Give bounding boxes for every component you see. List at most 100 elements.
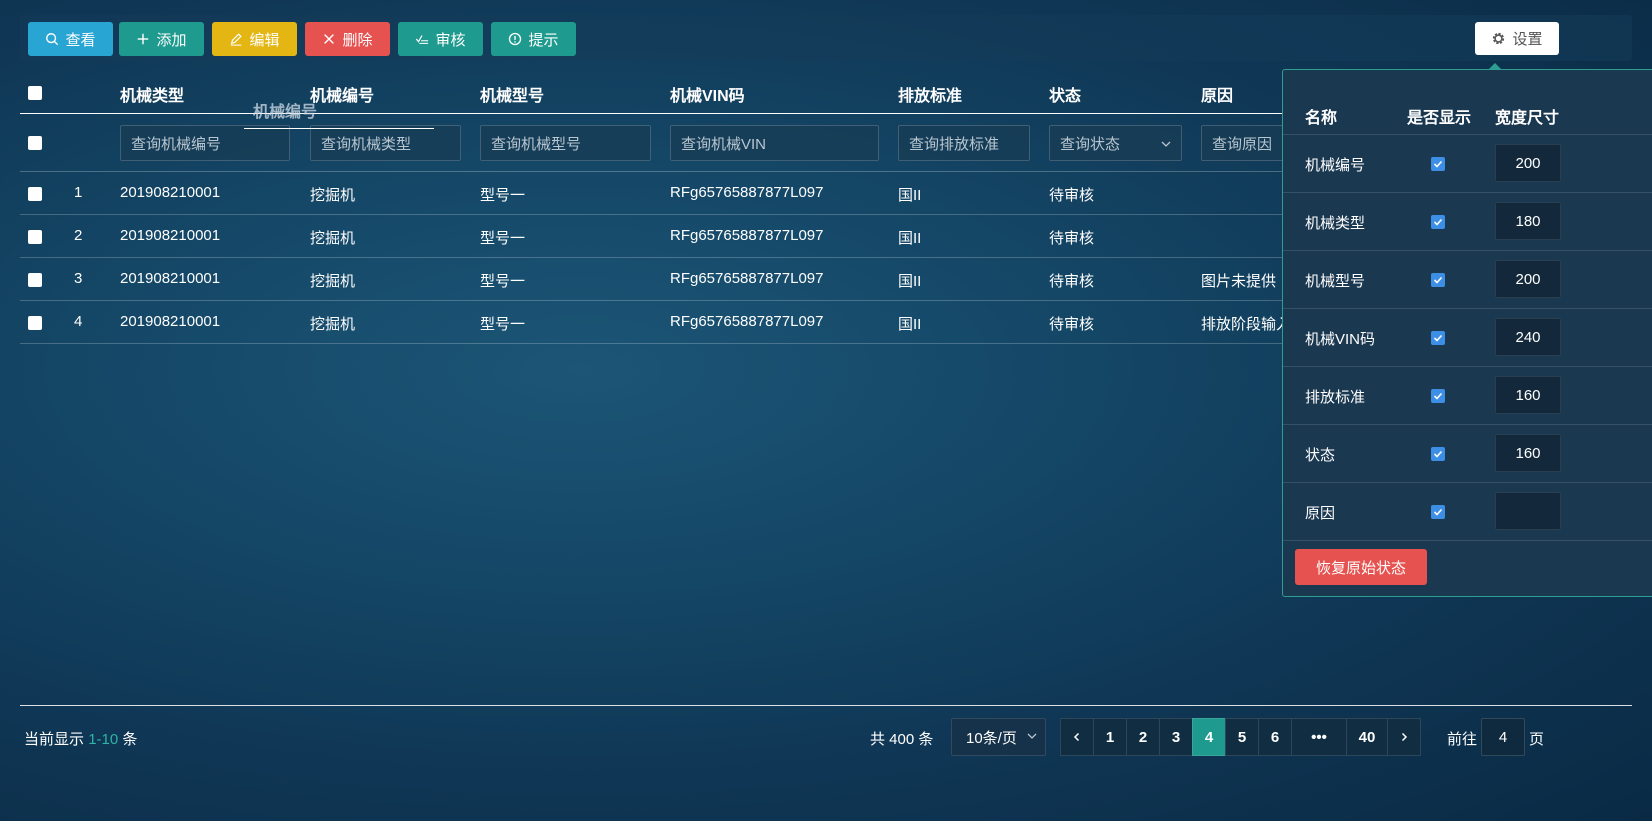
- settings-row-width-input[interactable]: 180: [1495, 202, 1561, 240]
- filter-vin-input[interactable]: 查询机械VIN: [670, 125, 879, 161]
- page-button-4[interactable]: 4: [1192, 718, 1226, 756]
- tip-button[interactable]: 提示: [491, 22, 576, 56]
- next-page-button[interactable]: [1387, 718, 1421, 756]
- search-icon: [46, 33, 59, 46]
- edit-label: 编辑: [249, 31, 280, 49]
- header-reason[interactable]: 原因: [1201, 82, 1233, 106]
- cell-machine-type: 挖掘机: [310, 230, 356, 247]
- settings-row-name: 机械VIN码: [1305, 331, 1376, 348]
- cell-machine-type: 挖掘机: [310, 187, 356, 204]
- page-button-6[interactable]: 6: [1258, 718, 1292, 756]
- row-index: 4: [74, 313, 83, 330]
- settings-row-width-input[interactable]: [1495, 492, 1561, 530]
- header-machine-type[interactable]: 机械类型: [120, 82, 184, 106]
- add-label: 添加: [156, 31, 187, 49]
- settings-button[interactable]: 设置: [1475, 22, 1559, 55]
- cell-emission: 国II: [898, 316, 922, 333]
- showing-suffix: 条: [122, 731, 138, 748]
- pagination: 1 2 3 4 5 6 ••• 40: [1060, 718, 1421, 756]
- header-machine-model[interactable]: 机械型号: [480, 82, 544, 106]
- goto-unit: 页: [1529, 731, 1545, 748]
- page-ellipsis[interactable]: •••: [1291, 718, 1347, 756]
- header-status[interactable]: 状态: [1049, 82, 1081, 106]
- prev-page-button[interactable]: [1060, 718, 1094, 756]
- footer-divider: [20, 705, 1632, 706]
- filter-status-select[interactable]: 查询状态: [1049, 125, 1182, 161]
- page-button-3[interactable]: 3: [1159, 718, 1193, 756]
- settings-row: 原因: [1283, 482, 1652, 540]
- pencil-icon: [231, 33, 243, 46]
- filter-emission-input[interactable]: 查询排放标准: [898, 125, 1030, 161]
- filter-row-checkbox[interactable]: [28, 136, 42, 150]
- settings-row-name: 原因: [1305, 505, 1336, 522]
- cell-emission: 国II: [898, 187, 922, 204]
- showing-range: 1-10: [88, 731, 119, 748]
- settings-row: 机械编号 200: [1283, 134, 1652, 192]
- page-button-5[interactable]: 5: [1225, 718, 1259, 756]
- column-settings-panel: 名称 是否显示 宽度尺寸 机械编号 200 机械类型 180 机械型号 200 …: [1282, 69, 1652, 597]
- cell-machine-type: 挖掘机: [310, 316, 356, 333]
- select-all-checkbox[interactable]: [28, 86, 42, 100]
- check-icon: [1433, 392, 1443, 400]
- edit-button[interactable]: 编辑: [212, 22, 297, 56]
- goto-page-input[interactable]: 4: [1481, 718, 1525, 756]
- gear-icon: [1493, 32, 1505, 45]
- page-size-select[interactable]: 10条/页: [951, 718, 1046, 756]
- header-machine-vin[interactable]: 机械VIN码: [670, 82, 745, 106]
- settings-row-visible-checkbox[interactable]: [1431, 273, 1445, 287]
- chevron-left-icon: [1073, 732, 1080, 742]
- settings-row-visible-checkbox[interactable]: [1431, 331, 1445, 345]
- settings-row-width-input[interactable]: 160: [1495, 376, 1561, 414]
- delete-label: 删除: [342, 31, 373, 49]
- settings-row: 机械VIN码 240: [1283, 308, 1652, 366]
- settings-row-width-input[interactable]: 160: [1495, 434, 1561, 472]
- row-checkbox[interactable]: [28, 187, 42, 201]
- check-icon: [1433, 334, 1443, 342]
- page-button-1[interactable]: 1: [1093, 718, 1127, 756]
- column-drag-ghost: 机械编号: [253, 104, 318, 121]
- filter-machine-model-input[interactable]: 查询机械型号: [480, 125, 651, 161]
- add-button[interactable]: 添加: [119, 22, 204, 56]
- check-icon: [1433, 276, 1443, 284]
- tip-label: 提示: [528, 31, 559, 49]
- cell-machine-number: 201908210001: [120, 313, 221, 330]
- row-checkbox[interactable]: [28, 273, 42, 287]
- settings-label: 设置: [1512, 31, 1543, 48]
- close-icon: [324, 34, 335, 44]
- delete-button[interactable]: 删除: [305, 22, 390, 56]
- settings-row-visible-checkbox[interactable]: [1431, 389, 1445, 403]
- chevron-right-icon: [1401, 732, 1408, 742]
- header-emission-standard[interactable]: 排放标准: [898, 82, 962, 106]
- settings-row-visible-checkbox[interactable]: [1431, 447, 1445, 461]
- audit-button[interactable]: 审核: [398, 22, 483, 56]
- settings-row-name: 排放标准: [1305, 389, 1366, 406]
- reset-button[interactable]: 恢复原始状态: [1295, 549, 1427, 585]
- settings-row-visible-checkbox[interactable]: [1431, 505, 1445, 519]
- toolbar: 查看 添加 编辑 删除 审核 提示 设置: [20, 15, 1632, 61]
- cell-vin: RFg65765887877L097: [670, 184, 824, 201]
- settings-row-visible-checkbox[interactable]: [1431, 215, 1445, 229]
- view-button[interactable]: 查看: [28, 22, 113, 56]
- settings-row-width-input[interactable]: 240: [1495, 318, 1561, 356]
- row-checkbox[interactable]: [28, 316, 42, 330]
- settings-row-width-input[interactable]: 200: [1495, 260, 1561, 298]
- page-button-2[interactable]: 2: [1126, 718, 1160, 756]
- audit-label: 审核: [435, 31, 466, 49]
- settings-row-visible-checkbox[interactable]: [1431, 157, 1445, 171]
- row-index: 3: [74, 270, 83, 287]
- row-index: 2: [74, 227, 83, 244]
- cell-machine-model: 型号一: [480, 316, 526, 333]
- settings-col-name: 名称: [1305, 110, 1338, 127]
- cell-vin: RFg65765887877L097: [670, 270, 824, 287]
- filter-machine-type-input[interactable]: 查询机械类型: [310, 125, 461, 161]
- plus-icon: [138, 33, 149, 45]
- filter-machine-number-input[interactable]: 查询机械编号: [120, 125, 290, 161]
- settings-row-width-input[interactable]: 200: [1495, 144, 1561, 182]
- filter-status-placeholder: 查询状态: [1060, 135, 1121, 153]
- header-machine-number[interactable]: 机械编号: [310, 82, 374, 106]
- row-checkbox[interactable]: [28, 230, 42, 244]
- check-icon: [1433, 160, 1443, 168]
- page-button-40[interactable]: 40: [1346, 718, 1388, 756]
- cell-emission: 国II: [898, 273, 922, 290]
- chevron-down-icon: [1027, 733, 1037, 739]
